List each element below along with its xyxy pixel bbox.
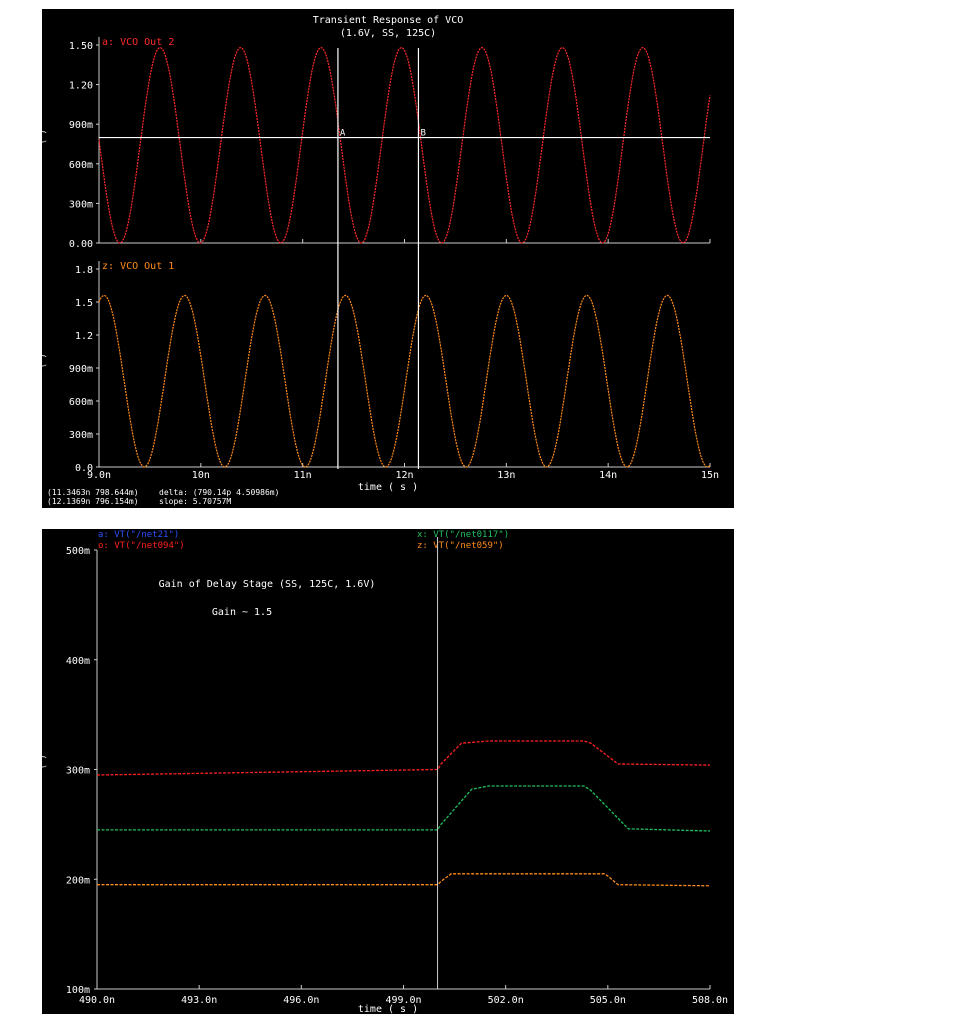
x-tick-label: 493.0n	[181, 995, 217, 1006]
y-tick-label: 600m	[69, 397, 93, 408]
y-tick-label: 500m	[66, 546, 90, 557]
y-tick-label: 1.20	[69, 81, 93, 92]
legend-net059: z: VT("/net059")	[417, 541, 504, 551]
legend-net0117: x: VT("/net0117")	[417, 530, 509, 540]
legend-net21: a: VT("/net21")	[98, 530, 179, 540]
x-tick-label: 14n	[599, 470, 617, 481]
vco-out-2-trace	[98, 46, 711, 244]
y-axis-label: ( )	[42, 354, 47, 368]
x-tick-label: 490.0n	[79, 995, 115, 1006]
x-tick-label: 11n	[294, 470, 312, 481]
x-tick-label: 15n	[701, 470, 719, 481]
vco-transient-panel: Transient Response of VCO (1.6V, SS, 125…	[42, 9, 734, 508]
y-tick-label: 900m	[69, 364, 93, 375]
x-axis-label: time ( s )	[358, 482, 418, 493]
vco-transient-chart: Transient Response of VCO (1.6V, SS, 125…	[42, 15, 719, 506]
y-tick-label: 200m	[66, 875, 90, 886]
gain-annotation: Gain ~ 1.5	[212, 607, 272, 618]
y-tick-label: 1.5	[75, 298, 93, 309]
x-tick-label: 505.0n	[590, 995, 626, 1006]
delay-stage-gain-chart: a: VT("/net21") o: VT("/net094") x: VT("…	[42, 530, 728, 1014]
legend-vco-out-2: a: VCO Out 2	[102, 37, 174, 48]
y-tick-label: 600m	[69, 160, 93, 171]
delta-readout: delta: (790.14p 4.50986m)	[159, 488, 279, 497]
x-tick-label: 496.0n	[283, 995, 319, 1006]
legend-vco-out-1: z: VCO Out 1	[102, 261, 174, 272]
y-tick-label: 300m	[69, 430, 93, 441]
y-tick-label: 1.2	[75, 331, 93, 342]
cursor-a-label: A	[340, 129, 346, 139]
y-tick-label: 1.8	[75, 265, 93, 276]
cursor-readout-a: (11.3463n 798.644m)	[47, 488, 139, 497]
legend-net094: o: VT("/net094")	[98, 541, 185, 551]
y-tick-label: 400m	[66, 656, 90, 667]
y-tick-label: 1.50	[69, 41, 93, 52]
x-tick-label: 9.0n	[87, 470, 111, 481]
y-axis-label: ( )	[42, 755, 47, 769]
cursor-readout-b: (12.1369n 796.154m)	[47, 497, 139, 506]
trace-net059	[97, 873, 711, 887]
y-tick-label: 900m	[69, 120, 93, 131]
x-tick-label: 13n	[497, 470, 515, 481]
y-axis-label: ( )	[42, 130, 47, 144]
trace-net0117	[97, 785, 711, 832]
x-tick-label: 508.0n	[692, 995, 728, 1006]
chart-title: Transient Response of VCO	[313, 15, 464, 26]
trace-net094	[96, 740, 711, 776]
cursor-b-label: B	[420, 129, 425, 139]
y-tick-label: 300m	[66, 766, 90, 777]
x-tick-label: 502.0n	[488, 995, 524, 1006]
chart-subtitle: (1.6V, SS, 125C)	[340, 28, 436, 39]
chart-title: Gain of Delay Stage (SS, 125C, 1.6V)	[159, 579, 376, 590]
x-tick-label: 10n	[192, 470, 210, 481]
slope-readout: slope: 5.70757M	[159, 497, 231, 506]
y-tick-label: 0.00	[69, 239, 93, 250]
y-tick-label: 300m	[69, 199, 93, 210]
delay-stage-gain-panel: a: VT("/net21") o: VT("/net094") x: VT("…	[42, 529, 734, 1014]
vco-out-1-trace	[98, 294, 711, 468]
x-tick-label: 12n	[395, 470, 413, 481]
x-tick-label: 499.0n	[385, 995, 421, 1006]
